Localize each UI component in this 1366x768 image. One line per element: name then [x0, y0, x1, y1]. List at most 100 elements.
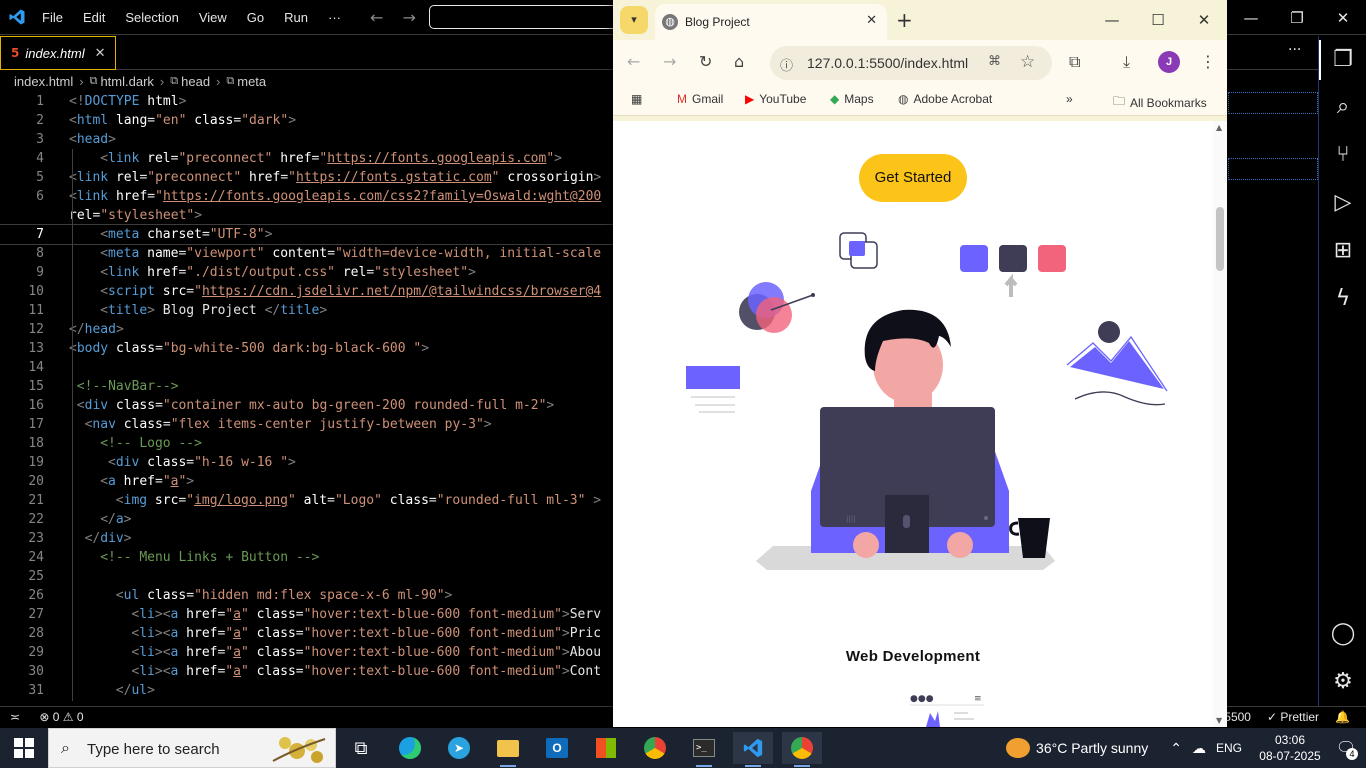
minimap[interactable]	[1228, 92, 1318, 182]
menu-go[interactable]: Go	[237, 10, 274, 25]
network-icon[interactable]: ☁	[1192, 740, 1206, 757]
minimize-icon[interactable]: —	[1228, 0, 1274, 35]
menu-file[interactable]: File	[32, 10, 73, 25]
code-line[interactable]: 19 <div class="h-16 w-16 ">	[0, 453, 613, 472]
code-line[interactable]: 7 <meta charset="UTF-8">	[0, 224, 613, 245]
home-icon[interactable]: ⌂	[734, 52, 744, 71]
page-scrollbar[interactable]: ▲ ▼	[1213, 121, 1227, 727]
code-line[interactable]: 30 <li><a href="a" class="hover:text-blue…	[0, 662, 613, 681]
code-line[interactable]: 6 <link href="https://fonts.googleapis.co…	[0, 187, 613, 206]
restore-icon[interactable]: ❐	[1274, 0, 1320, 35]
back-arrow-icon[interactable]: ←	[370, 8, 383, 27]
language-indicator[interactable]: ENG	[1216, 741, 1242, 755]
downloads-icon[interactable]: ⤓	[1123, 52, 1130, 72]
code-line[interactable]: 29 <li><a href="a" class="hover:text-blue…	[0, 643, 613, 662]
reload-icon[interactable]: ↻	[699, 52, 712, 71]
tab-close-icon[interactable]: ✕	[95, 46, 106, 61]
editor-more-actions-icon[interactable]: ···	[1288, 42, 1301, 58]
telegram-icon[interactable]: ➤	[439, 732, 479, 764]
profile-avatar[interactable]: J	[1158, 51, 1180, 73]
code-line[interactable]: 27 <li><a href="a" class="hover:text-blue…	[0, 605, 613, 624]
source-control-icon[interactable]: ⑂	[1329, 141, 1357, 169]
code-line[interactable]: 4 <link rel="preconnect" href="https://fo…	[0, 149, 613, 168]
tab-search-chevron-icon[interactable]: ▾	[620, 6, 648, 34]
weather-text[interactable]: 36°C Partly sunny	[1036, 740, 1148, 756]
browser-back-icon[interactable]: ←	[627, 52, 640, 71]
apps-grid-icon[interactable]: ▦	[631, 92, 642, 106]
run-debug-icon[interactable]: ▷	[1329, 189, 1357, 217]
scroll-down-icon[interactable]: ▼	[1216, 716, 1222, 725]
prettier-status[interactable]: ✓ Prettier	[1267, 710, 1319, 724]
chrome-profile-icon[interactable]	[782, 732, 822, 767]
code-line[interactable]: 10 <script src="https://cdn.jsdelivr.net/…	[0, 282, 613, 301]
task-view-icon[interactable]: ⧉	[341, 732, 381, 764]
extensions-icon[interactable]: ⊞	[1329, 237, 1357, 265]
code-line[interactable]: 31 </ul>	[0, 681, 613, 700]
tab-index-html[interactable]: 5 index.html ✕	[0, 36, 116, 70]
site-info-icon[interactable]: ⓘ	[780, 55, 793, 74]
code-line[interactable]: 17 <nav class="flex items-center justify-…	[0, 415, 613, 434]
scrollbar-thumb[interactable]	[1216, 207, 1224, 271]
forward-arrow-icon[interactable]: →	[403, 8, 416, 27]
code-line[interactable]: 16 <div class="container mx-auto bg-green…	[0, 396, 613, 415]
code-line[interactable]: 11 <title> Blog Project </title>	[0, 301, 613, 320]
code-line[interactable]: 18 <!-- Logo -->	[0, 434, 613, 453]
code-line[interactable]: 28 <li><a href="a" class="hover:text-blue…	[0, 624, 613, 643]
code-line[interactable]: 24 <!-- Menu Links + Button -->	[0, 548, 613, 567]
code-line[interactable]: rel="stylesheet">	[0, 206, 613, 225]
bookmark-gmail[interactable]: M Gmail	[677, 92, 723, 106]
code-line[interactable]: 26 <ul class="hidden md:flex space-x-6 ml…	[0, 586, 613, 605]
address-bar[interactable]: ⓘ 127.0.0.1:5500/index.html ⌘ ☆	[770, 46, 1052, 80]
vscode-taskbar-icon[interactable]	[733, 732, 773, 767]
code-line[interactable]: 21 <img src="img/logo.png" alt="Logo" cla…	[0, 491, 613, 510]
code-line[interactable]: 25	[0, 567, 613, 586]
bookmark-adobe-acrobat[interactable]: ◍ Adobe Acrobat	[898, 92, 992, 106]
file-explorer-icon[interactable]	[488, 732, 528, 767]
code-line[interactable]: 5<link rel="preconnect" href="https://fo…	[0, 168, 613, 187]
explorer-icon[interactable]: ❐	[1319, 40, 1357, 80]
code-line[interactable]: 12 </head>	[0, 320, 613, 339]
show-hidden-icons-chevron-icon[interactable]: ⌃	[1170, 740, 1182, 757]
scroll-up-icon[interactable]: ▲	[1216, 123, 1222, 132]
breadcrumb-html[interactable]: html.dark	[100, 74, 153, 89]
all-bookmarks[interactable]: 🗀 All Bookmarks	[1113, 92, 1207, 113]
command-center[interactable]	[429, 5, 629, 29]
chrome-icon[interactable]	[635, 732, 675, 764]
browser-forward-icon[interactable]: →	[663, 52, 676, 71]
code-line[interactable]: 1 <!DOCTYPE html>	[0, 92, 613, 111]
bookmark-maps[interactable]: ◆ Maps	[830, 92, 874, 106]
menu-view[interactable]: View	[189, 10, 237, 25]
code-line[interactable]: 20 <a href="a">	[0, 472, 613, 491]
menu-edit[interactable]: Edit	[73, 10, 115, 25]
menu-run[interactable]: Run	[274, 10, 318, 25]
bookmarks-overflow[interactable]: »	[1066, 92, 1073, 106]
account-icon[interactable]: ◯	[1329, 620, 1357, 648]
manage-gear-icon[interactable]: ⚙	[1329, 668, 1357, 696]
code-line[interactable]: 9 <link href="./dist/output.css" rel="sty…	[0, 263, 613, 282]
browser-tab[interactable]: ◍ Blog Project ✕	[655, 4, 887, 40]
browser-tab-close-icon[interactable]: ✕	[866, 13, 877, 28]
notifications-bell-icon[interactable]: 🔔	[1335, 710, 1350, 724]
code-line[interactable]: 15 <!--NavBar-->	[0, 377, 613, 396]
live-server-port[interactable]: 5500	[1224, 710, 1251, 724]
browser-menu-icon[interactable]: ⋮	[1200, 52, 1216, 71]
code-line[interactable]: 22 </a>	[0, 510, 613, 529]
outlook-icon[interactable]: O	[537, 732, 577, 764]
thunder-icon[interactable]: ϟ	[1329, 285, 1357, 313]
translate-icon[interactable]: ⌘	[988, 54, 1001, 69]
problems-indicator[interactable]: ⊗ 0 ⚠ 0	[39, 710, 83, 724]
code-line[interactable]: 3 <head>	[0, 130, 613, 149]
breadcrumb-file[interactable]: index.html	[14, 74, 73, 89]
breadcrumb-meta[interactable]: meta	[237, 74, 266, 89]
menu-more[interactable]: ···	[318, 10, 351, 25]
taskbar-search-box[interactable]: ⌕ Type here to search	[48, 728, 336, 768]
menu-selection[interactable]: Selection	[115, 10, 188, 25]
bookmark-star-icon[interactable]: ☆	[1020, 52, 1035, 72]
clock[interactable]: 03:06 08-07-2025	[1254, 732, 1326, 764]
bookmark-youtube[interactable]: ▶ YouTube	[745, 92, 806, 106]
notification-center-icon[interactable]: 🗨 4	[1326, 738, 1366, 760]
microsoft-store-icon[interactable]	[586, 732, 626, 764]
search-icon[interactable]: ⌕	[1329, 93, 1357, 121]
edge-icon[interactable]	[390, 732, 430, 764]
page-viewport[interactable]: Get Started |||| Web Development ●●● ≡ ▲…	[613, 121, 1227, 727]
